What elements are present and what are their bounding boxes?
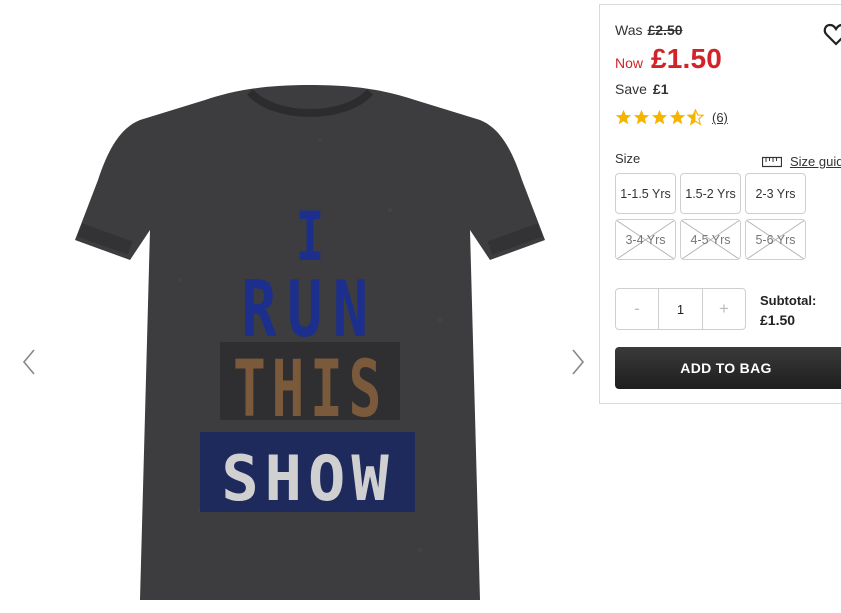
- wishlist-button[interactable]: [823, 21, 841, 47]
- size-option-label: 2-3 Yrs: [755, 186, 796, 201]
- size-guide-label: Size guide: [790, 154, 841, 169]
- product-gallery: I RUN THIS SHOW: [0, 0, 600, 613]
- chevron-right-icon: [572, 349, 585, 375]
- chevron-left-icon: [22, 349, 35, 375]
- size-label: Size: [615, 151, 641, 166]
- size-options: 1-1.5 Yrs 1.5-2 Yrs 2-3 Yrs 3-4 Yrs 4-5 …: [615, 173, 806, 260]
- graphic-line-show: SHOW: [221, 442, 394, 515]
- size-option[interactable]: 2-3 Yrs: [745, 173, 806, 214]
- now-label: Now: [615, 55, 644, 71]
- quantity-input[interactable]: [659, 301, 702, 317]
- now-price-row: Now £1.50: [615, 43, 722, 75]
- star-rating: [615, 109, 704, 126]
- quantity-stepper: - +: [615, 288, 746, 330]
- star-full-icon: [615, 109, 632, 125]
- size-option[interactable]: 1.5-2 Yrs: [680, 173, 741, 214]
- gallery-prev-button[interactable]: [14, 344, 44, 380]
- product-image[interactable]: I RUN THIS SHOW: [60, 80, 560, 610]
- heart-icon: [823, 23, 841, 46]
- size-option-label: 5-6 Yrs: [755, 232, 796, 247]
- was-price: £2.50: [647, 22, 683, 38]
- was-price-row: Was £2.50: [615, 22, 683, 38]
- quantity-decrease-button[interactable]: -: [616, 289, 658, 329]
- save-label: Save: [615, 81, 647, 97]
- quantity-value-wrap: [658, 289, 703, 329]
- size-option[interactable]: 1-1.5 Yrs: [615, 173, 676, 214]
- size-option-label: 1-1.5 Yrs: [620, 186, 671, 201]
- star-full-icon: [651, 109, 668, 125]
- star-half-icon: [687, 109, 704, 126]
- star-full-icon: [669, 109, 686, 125]
- subtotal-amount: £1.50: [760, 312, 796, 328]
- star-full-icon: [633, 109, 650, 125]
- was-label: Was: [615, 22, 643, 38]
- review-count-link[interactable]: (6): [712, 110, 728, 125]
- size-option-unavailable[interactable]: 5-6 Yrs: [745, 219, 806, 260]
- size-guide-link[interactable]: Size guide: [762, 154, 841, 169]
- subtotal: Subtotal: £1.50: [760, 293, 816, 328]
- save-row: Save £1: [615, 81, 669, 97]
- size-option-label: 1.5-2 Yrs: [685, 186, 736, 201]
- size-option-label: 4-5 Yrs: [690, 232, 731, 247]
- save-amount: £1: [652, 81, 669, 97]
- graphic-line-run: RUN: [241, 265, 378, 356]
- size-option-unavailable[interactable]: 4-5 Yrs: [680, 219, 741, 260]
- graphic-line-this: THIS: [233, 344, 387, 434]
- size-option-label: 3-4 Yrs: [625, 232, 666, 247]
- ruler-icon: [762, 156, 782, 167]
- gallery-next-button[interactable]: [563, 344, 593, 380]
- size-option-unavailable[interactable]: 3-4 Yrs: [615, 219, 676, 260]
- now-price: £1.50: [651, 43, 723, 74]
- add-to-bag-button[interactable]: ADD TO BAG: [615, 347, 841, 389]
- rating-row: (6): [615, 109, 728, 126]
- purchase-panel: Was £2.50 Now £1.50 Save £1 (6) Size Siz…: [599, 4, 841, 404]
- quantity-increase-button[interactable]: +: [703, 289, 745, 329]
- subtotal-label: Subtotal:: [760, 293, 817, 308]
